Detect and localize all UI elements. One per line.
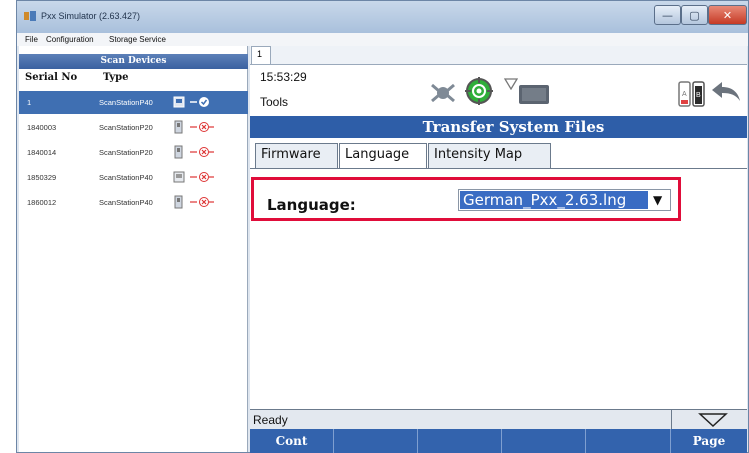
- softkey-3[interactable]: [418, 429, 502, 453]
- battery-icon: A B: [678, 81, 705, 107]
- dropdown-arrow-icon[interactable]: ▼: [653, 193, 662, 207]
- tab-firmware[interactable]: Firmware: [255, 143, 338, 168]
- device-serial: 1840003: [27, 123, 57, 132]
- tablet-icon: [519, 85, 549, 104]
- tab-intensity-map[interactable]: Intensity Map: [428, 143, 551, 168]
- title-bar: Pxx Simulator (2.63.427) — ▢ ✕: [17, 1, 748, 33]
- device-type: ScanStationP20: [99, 148, 153, 157]
- scanner-icon: [174, 195, 183, 209]
- language-tab-content: Language: German_Pxx_2.63.lng ▼: [250, 168, 747, 410]
- menu-configuration[interactable]: Configuration: [46, 35, 94, 44]
- device-serial: 1850329: [27, 173, 57, 182]
- tab-bar: Firmware Language Intensity Map: [250, 138, 747, 169]
- status-text: Ready: [253, 413, 288, 427]
- svg-text:A: A: [682, 91, 687, 98]
- target-icon: [465, 77, 493, 105]
- status-bar: Ready: [250, 409, 747, 430]
- scan-devices-panel: Scan Devices Serial No Type 1 ScanStatio…: [19, 46, 248, 452]
- device-type: ScanStationP40: [99, 173, 153, 182]
- device-screen: 15:53:29 Tools A B Transfer System Files: [250, 64, 747, 453]
- language-dropdown-value: German_Pxx_2.63.lng: [460, 191, 648, 209]
- disconnected-icon: [190, 172, 214, 182]
- column-serial-no[interactable]: Serial No: [25, 72, 77, 83]
- disconnected-icon: [190, 197, 214, 207]
- device-type: ScanStationP40: [99, 198, 153, 207]
- status-divider: [671, 410, 672, 430]
- softkey-5[interactable]: [586, 429, 671, 453]
- close-button[interactable]: ✕: [708, 5, 747, 25]
- app-window: Pxx Simulator (2.63.427) — ▢ ✕ File Conf…: [16, 0, 749, 453]
- device-row[interactable]: 1860012 ScanStationP40: [19, 191, 248, 214]
- disconnected-icon: [190, 122, 214, 132]
- device-type: ScanStationP20: [99, 123, 153, 132]
- device-row[interactable]: 1840014 ScanStationP20: [19, 141, 248, 164]
- minimize-button[interactable]: —: [654, 5, 681, 25]
- scanner-icon: [173, 96, 185, 108]
- language-dropdown[interactable]: German_Pxx_2.63.lng ▼: [458, 189, 671, 211]
- device-row[interactable]: 1850329 ScanStationP40: [19, 166, 248, 189]
- mode-label: Tools: [260, 95, 289, 109]
- device-serial: 1840014: [27, 148, 57, 157]
- panel-title: Transfer System Files: [250, 116, 747, 138]
- tab-language[interactable]: Language: [339, 143, 427, 169]
- app-icon: [24, 11, 36, 21]
- connected-icon: [190, 97, 209, 107]
- device-serial: 1: [27, 98, 32, 107]
- menu-storage-service[interactable]: Storage Service: [109, 35, 166, 44]
- device-serial: 1860012: [27, 198, 57, 207]
- menu-file[interactable]: File: [25, 35, 38, 44]
- satellite-icon: [431, 83, 455, 103]
- maximize-button[interactable]: ▢: [681, 5, 708, 25]
- softkey-page[interactable]: Page: [671, 429, 747, 453]
- back-arrow-icon[interactable]: [710, 80, 742, 104]
- svg-text:B: B: [696, 92, 701, 99]
- device-type: ScanStationP40: [99, 98, 153, 107]
- scanner-icon: [173, 171, 185, 183]
- window-title: Pxx Simulator (2.63.427): [41, 11, 141, 21]
- disconnected-icon: [190, 147, 214, 157]
- device-panel: 1 15:53:29 Tools A B Transfer System Fil…: [250, 46, 747, 453]
- document-tab[interactable]: 1: [251, 46, 271, 64]
- device-row[interactable]: 1 ScanStationP40: [19, 91, 248, 114]
- column-type[interactable]: Type: [103, 72, 129, 83]
- language-label: Language:: [267, 196, 356, 214]
- triangle-outline-icon: [504, 78, 518, 90]
- scanner-icon: [174, 120, 183, 134]
- softkey-2[interactable]: [334, 429, 418, 453]
- scan-devices-title: Scan Devices: [19, 54, 248, 69]
- device-row[interactable]: 1840003 ScanStationP20: [19, 116, 248, 139]
- softkey-4[interactable]: [502, 429, 586, 453]
- clock: 15:53:29: [260, 70, 307, 84]
- softkey-bar: Cont Page: [250, 429, 747, 453]
- scanner-icon: [174, 145, 183, 159]
- chevron-down-icon[interactable]: [698, 412, 728, 428]
- softkey-cont[interactable]: Cont: [250, 429, 334, 453]
- highlight-box: Language: German_Pxx_2.63.lng ▼: [251, 177, 681, 221]
- menu-bar: File Configuration Storage Service: [17, 33, 748, 46]
